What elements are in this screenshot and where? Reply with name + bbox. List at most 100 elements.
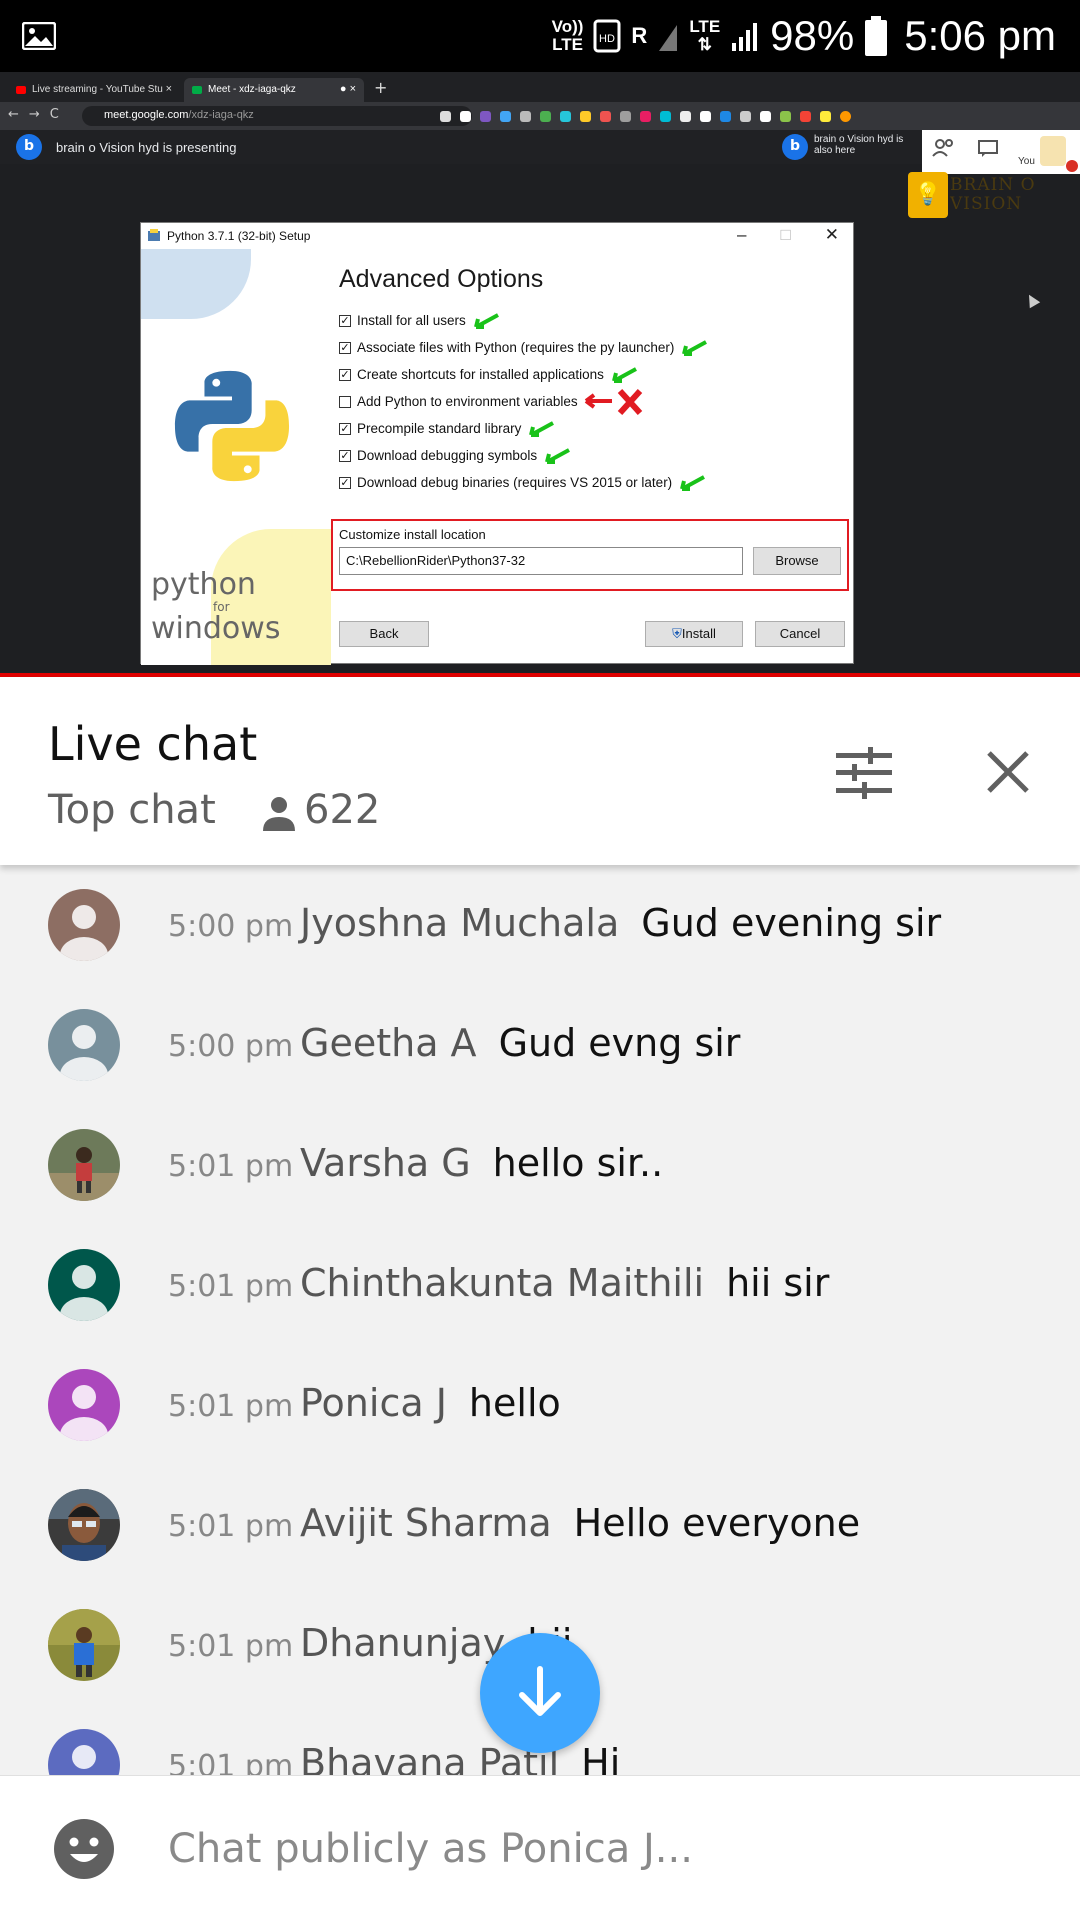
chat-input[interactable]: Chat publicly as Ponica J... xyxy=(168,1826,693,1872)
star-icon[interactable] xyxy=(460,111,471,122)
extension-icon[interactable] xyxy=(560,111,571,122)
chat-message: 5:00 pm Jyoshna Muchala Gud evening sir xyxy=(0,865,1080,985)
message-text: Hello everyone xyxy=(573,1501,861,1545)
checkbox[interactable]: ✓ xyxy=(339,314,351,327)
option-install-all-users[interactable]: ✓ Install for all users xyxy=(339,307,710,334)
extension-icon[interactable] xyxy=(480,111,491,122)
close-tab-icon[interactable]: ● × xyxy=(340,83,356,95)
checkbox[interactable]: ✓ xyxy=(339,449,351,462)
message-author[interactable]: Dhanunjay xyxy=(300,1621,505,1665)
option-debug-symbols[interactable]: ✓ Download debugging symbols xyxy=(339,442,710,469)
extension-icon[interactable] xyxy=(500,111,511,122)
python-setup-dialog: Python 3.7.1 (32-bit) Setup – □ ✕ python… xyxy=(140,222,854,665)
back-button[interactable]: Back xyxy=(339,621,429,647)
avatar[interactable] xyxy=(48,889,120,961)
browser-tab-youtube[interactable]: Live streaming - YouTube Stu × xyxy=(8,78,180,102)
avatar[interactable] xyxy=(48,1489,120,1561)
browser-tab-meet[interactable]: Meet - xdz-iaga-qkz ● × xyxy=(184,78,364,102)
install-location-group: Customize install location C:\RebellionR… xyxy=(331,519,849,591)
avatar[interactable] xyxy=(48,1249,120,1321)
checkbox[interactable]: ✓ xyxy=(339,476,351,489)
checkbox[interactable]: ✓ xyxy=(339,341,351,354)
message-author[interactable]: Avijit Sharma xyxy=(300,1501,552,1545)
checkbox[interactable]: ✓ xyxy=(339,368,351,381)
meet-self-view[interactable]: You xyxy=(922,130,1080,174)
people-icon[interactable] xyxy=(932,138,956,158)
minimize-icon[interactable]: – xyxy=(737,225,746,245)
avatar[interactable] xyxy=(48,1729,120,1775)
extension-icon[interactable] xyxy=(820,111,831,122)
signal-icon-2 xyxy=(732,23,758,51)
presenting-label: brain o Vision hyd is presenting xyxy=(56,140,237,155)
message-text: hello sir.. xyxy=(492,1141,664,1185)
extension-icon[interactable] xyxy=(680,111,691,122)
extension-icon[interactable] xyxy=(620,111,631,122)
extension-icon[interactable] xyxy=(640,111,651,122)
green-arrow-icon xyxy=(473,312,499,329)
setup-icon xyxy=(148,229,160,241)
sliders-icon[interactable] xyxy=(836,747,892,799)
top-chat-selector[interactable]: Top chat xyxy=(48,787,216,833)
option-debug-binaries[interactable]: ✓ Download debug binaries (requires VS 20… xyxy=(339,469,710,496)
red-arrow-cross-icon xyxy=(584,388,642,415)
green-arrow-icon xyxy=(611,366,637,383)
extension-icon[interactable] xyxy=(780,111,791,122)
avatar[interactable] xyxy=(48,1129,120,1201)
options-list: ✓ Install for all users ✓ Associate files … xyxy=(339,307,710,496)
extension-icon[interactable] xyxy=(660,111,671,122)
chat-icon[interactable] xyxy=(978,140,998,158)
avatar[interactable] xyxy=(48,1609,120,1681)
nav-buttons[interactable]: ←→C xyxy=(8,107,69,122)
tab-label: Meet - xdz-iaga-qkz xyxy=(208,84,296,95)
avatar[interactable] xyxy=(48,1009,120,1081)
dialog-titlebar: Python 3.7.1 (32-bit) Setup – □ ✕ xyxy=(141,223,853,249)
extension-icon[interactable] xyxy=(600,111,611,122)
message-author[interactable]: Ponica J xyxy=(300,1381,447,1425)
new-tab-icon[interactable]: + xyxy=(374,78,387,97)
emoji-icon[interactable] xyxy=(53,1818,115,1880)
install-button[interactable]: ⛨Install xyxy=(645,621,743,647)
close-dialog-icon[interactable]: ✕ xyxy=(825,225,839,245)
roaming-indicator: R xyxy=(631,23,648,48)
scroll-to-bottom-button[interactable] xyxy=(480,1633,600,1753)
option-precompile[interactable]: ✓ Precompile standard library xyxy=(339,415,710,442)
volte-indicator: Vo)) LTE xyxy=(551,17,584,54)
option-create-shortcuts[interactable]: ✓ Create shortcuts for installed applicat… xyxy=(339,361,710,388)
message-time: 5:01 pm xyxy=(168,1149,294,1184)
avatar[interactable] xyxy=(48,1369,120,1441)
profile-icon[interactable] xyxy=(840,111,851,122)
dialog-sidebar: python for windows xyxy=(141,249,331,665)
address-bar[interactable]: meet.google.com/xdz-iaga-qkz xyxy=(82,106,472,126)
extension-icon[interactable] xyxy=(700,111,711,122)
battery-icon xyxy=(865,16,888,56)
browse-button[interactable]: Browse xyxy=(753,547,841,575)
shield-icon: ⛨ xyxy=(672,626,682,641)
extension-icon[interactable] xyxy=(580,111,591,122)
checkbox[interactable]: ✓ xyxy=(339,422,351,435)
self-thumbnail xyxy=(1040,136,1066,166)
message-author[interactable]: Varsha G xyxy=(300,1141,471,1185)
extension-icon[interactable] xyxy=(520,111,531,122)
extension-icon[interactable] xyxy=(720,111,731,122)
install-location-input[interactable]: C:\RebellionRider\Python37-32 xyxy=(339,547,743,575)
cast-icon[interactable] xyxy=(440,111,451,122)
message-time: 5:01 pm xyxy=(168,1269,294,1304)
green-arrow-icon xyxy=(680,474,706,491)
extension-icon[interactable] xyxy=(740,111,751,122)
video-player[interactable]: Live streaming - YouTube Stu × Meet - xd… xyxy=(0,72,1080,677)
message-author[interactable]: Jyoshna Muchala xyxy=(300,901,619,945)
arrow-down-icon xyxy=(519,1666,561,1716)
message-author[interactable]: Geetha A xyxy=(300,1021,477,1065)
extension-icon[interactable] xyxy=(800,111,811,122)
extension-icon[interactable] xyxy=(760,111,771,122)
cancel-button[interactable]: Cancel xyxy=(755,621,845,647)
close-tab-icon[interactable]: × xyxy=(166,83,172,95)
extension-icon[interactable] xyxy=(540,111,551,122)
checkbox[interactable] xyxy=(339,395,351,408)
option-add-to-path[interactable]: Add Python to environment variables xyxy=(339,388,710,415)
option-associate-files[interactable]: ✓ Associate files with Python (requires t… xyxy=(339,334,710,361)
message-author[interactable]: Chinthakunta Maithili xyxy=(300,1261,704,1305)
message-time: 5:01 pm xyxy=(168,1509,294,1544)
close-icon[interactable] xyxy=(986,750,1030,794)
decor-shape xyxy=(141,249,251,319)
